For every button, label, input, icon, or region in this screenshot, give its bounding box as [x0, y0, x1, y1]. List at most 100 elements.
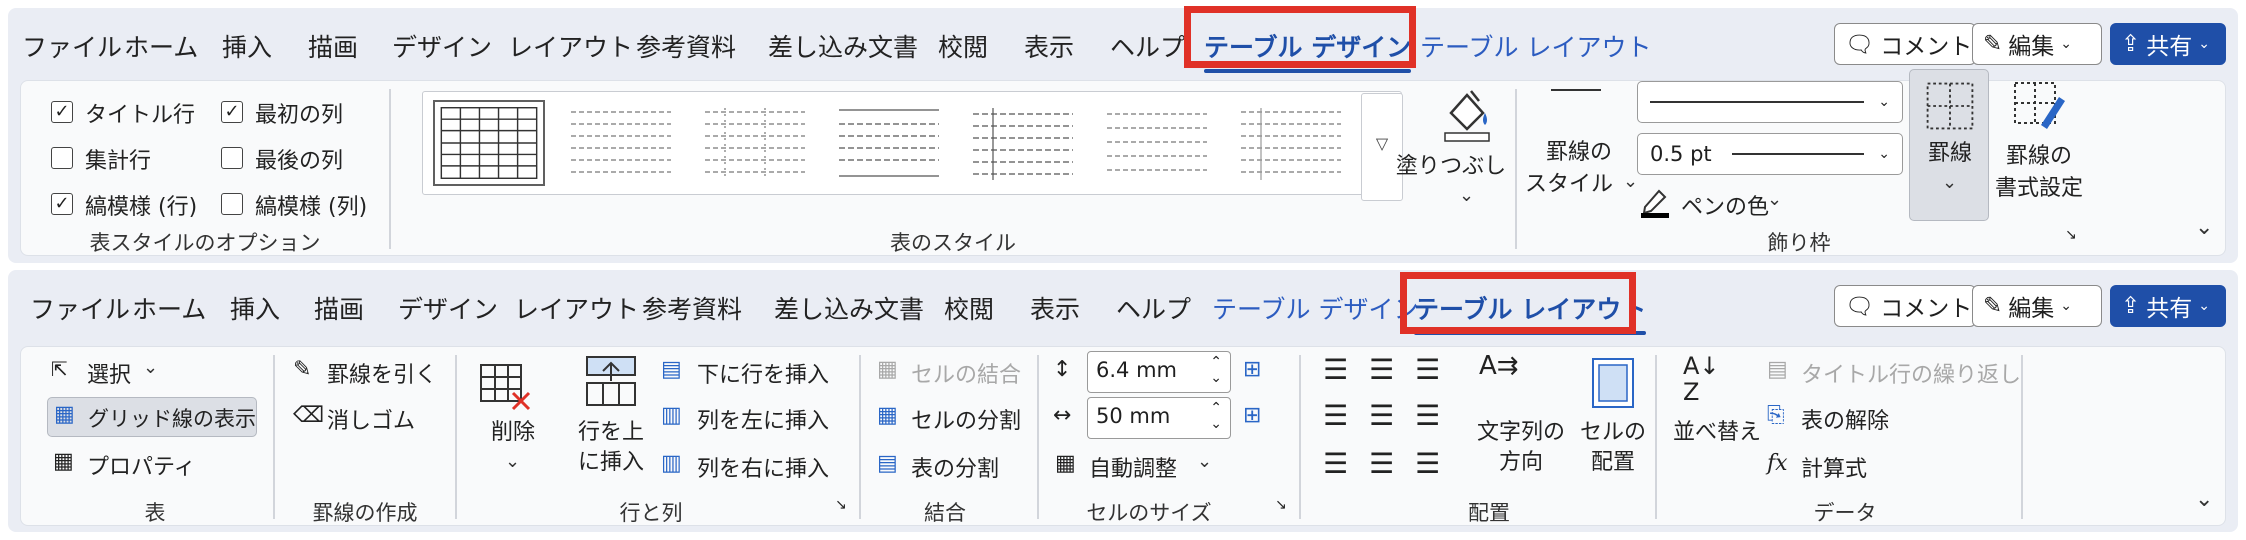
table-style-light-grid[interactable] — [565, 100, 677, 186]
align-top-center-icon[interactable]: ☰ — [1369, 353, 1394, 386]
align-bottom-center-icon[interactable]: ☰ — [1369, 447, 1394, 480]
text-direction-line1[interactable]: 文字列の — [1477, 419, 1565, 448]
split-cells-button[interactable]: セルの分割 — [911, 403, 1021, 435]
chevron-down-icon[interactable]: ⌄ — [1459, 185, 1474, 206]
table-style-plain-4[interactable] — [1101, 100, 1213, 186]
distribute-rows-icon[interactable]: ⊞ — [1243, 357, 1261, 382]
formula-button[interactable]: 計算式 — [1801, 451, 1867, 483]
tab-view[interactable]: 表示 — [1030, 290, 1080, 326]
align-middle-left-icon[interactable]: ☰ — [1323, 399, 1348, 432]
cell-height-input[interactable]: 6.4 mm ⌃ ⌄ — [1087, 351, 1231, 393]
delete-table-icon[interactable] — [477, 357, 533, 413]
edit-button[interactable]: ✎ 編集 ⌄ — [1972, 285, 2102, 327]
pen-color-icon[interactable] — [1639, 185, 1671, 219]
align-bottom-left-icon[interactable]: ☰ — [1323, 447, 1348, 480]
shading-button[interactable]: 塗りつぶし — [1396, 153, 1506, 182]
gallery-more-button[interactable]: ▽ — [1361, 93, 1403, 201]
select-button[interactable]: 選択 — [87, 357, 131, 389]
tab-file[interactable]: ファイル — [22, 28, 122, 64]
properties-button[interactable]: プロパティ — [87, 449, 196, 481]
borders-button[interactable]: 罫線 ⌄ — [1909, 69, 1989, 221]
chevron-down-icon[interactable]: ⌄ — [1197, 451, 1212, 472]
banded-rows-checkbox[interactable]: ✓ — [51, 193, 73, 215]
tab-help[interactable]: ヘルプ — [1116, 290, 1191, 326]
total-row-checkbox[interactable] — [51, 147, 73, 169]
distribute-columns-icon[interactable]: ⊞ — [1243, 403, 1261, 428]
tab-mailings[interactable]: 差し込み文書 — [768, 28, 918, 64]
tab-insert[interactable]: 挿入 — [222, 28, 272, 64]
border-painter-line2[interactable]: 書式設定 — [1995, 175, 2083, 204]
chevron-down-icon[interactable]: ⌄ — [1767, 189, 1782, 210]
tab-review[interactable]: 校閲 — [944, 290, 994, 326]
align-middle-center-icon[interactable]: ☰ — [1369, 399, 1394, 432]
sort-button[interactable]: 並べ替え — [1673, 419, 1761, 448]
border-painter-line1[interactable]: 罫線の — [2006, 143, 2072, 172]
comment-button[interactable]: 🗨 コメント — [1834, 285, 1976, 327]
tab-file[interactable]: ファイル — [30, 290, 130, 326]
insert-below-button[interactable]: 下に行を挿入 — [697, 357, 829, 389]
align-bottom-right-icon[interactable]: ☰ — [1415, 447, 1440, 480]
table-style-grid[interactable] — [433, 100, 545, 186]
tab-home[interactable]: ホーム — [124, 28, 198, 64]
tab-draw[interactable]: 描画 — [308, 28, 358, 64]
tab-table-layout[interactable]: テーブル レイアウト — [1420, 28, 1651, 64]
chevron-down-icon[interactable]: ⌄ — [505, 451, 520, 472]
paint-bucket-icon[interactable] — [1437, 83, 1497, 143]
tab-help[interactable]: ヘルプ — [1110, 28, 1185, 64]
table-style-plain-1[interactable] — [699, 100, 811, 186]
dialog-launcher-icon[interactable]: ↘ — [2065, 227, 2077, 243]
insert-above-icon[interactable] — [583, 353, 639, 409]
spinner-arrows-icon[interactable]: ⌃ ⌄ — [1210, 354, 1222, 386]
split-table-button[interactable]: 表の分割 — [911, 451, 999, 483]
share-button[interactable]: ⇪ 共有 ⌄ — [2110, 285, 2226, 327]
banded-columns-checkbox[interactable] — [221, 193, 243, 215]
table-styles-gallery[interactable] — [422, 91, 1402, 195]
comment-button[interactable]: 🗨 コメント — [1834, 23, 1976, 65]
spinner-arrows-icon[interactable]: ⌃ ⌄ — [1210, 400, 1222, 432]
dialog-launcher-icon[interactable]: ↘ — [835, 497, 847, 513]
pen-weight-combo[interactable]: 0.5 pt ⌄ — [1637, 133, 1903, 175]
tab-design[interactable]: デザイン — [398, 290, 498, 326]
line-style-combo[interactable]: ⌄ — [1637, 81, 1903, 123]
border-painter-icon[interactable] — [2011, 77, 2067, 133]
share-button[interactable]: ⇪ 共有 ⌄ — [2110, 23, 2226, 65]
merge-cells-button[interactable]: セルの結合 — [911, 357, 1021, 389]
border-styles-line1[interactable]: 罫線の — [1546, 139, 1612, 168]
insert-right-button[interactable]: 列を右に挿入 — [697, 451, 829, 483]
delete-button[interactable]: 削除 — [491, 419, 535, 448]
tab-references[interactable]: 参考資料 — [642, 290, 742, 326]
tab-insert[interactable]: 挿入 — [230, 290, 280, 326]
table-style-plain-5[interactable] — [1235, 100, 1347, 186]
tab-review[interactable]: 校閲 — [938, 28, 988, 64]
repeat-header-button[interactable]: タイトル行の繰り返し — [1801, 357, 2021, 389]
eraser-button[interactable]: 消しゴム — [327, 403, 415, 435]
edit-button[interactable]: ✎ 編集 ⌄ — [1972, 23, 2102, 65]
align-top-right-icon[interactable]: ☰ — [1415, 353, 1440, 386]
cell-margins-line2[interactable]: 配置 — [1591, 449, 1635, 478]
collapse-ribbon-icon[interactable]: ⌄ — [2195, 487, 2213, 512]
draw-table-button[interactable]: 罫線を引く — [327, 357, 437, 389]
tab-layout[interactable]: レイアウト — [514, 290, 639, 326]
header-row-checkbox[interactable]: ✓ — [51, 101, 73, 123]
tab-references[interactable]: 参考資料 — [636, 28, 736, 64]
tab-table-design[interactable]: テーブル デザイン — [1212, 290, 1418, 326]
tab-view[interactable]: 表示 — [1024, 28, 1074, 64]
first-column-checkbox[interactable]: ✓ — [221, 101, 243, 123]
pen-color-label[interactable]: ペンの色 — [1681, 189, 1769, 221]
autofit-button[interactable]: 自動調整 — [1089, 451, 1177, 483]
cell-width-input[interactable]: 50 mm ⌃ ⌄ — [1087, 397, 1231, 439]
insert-above-line1[interactable]: 行を上 — [578, 419, 644, 448]
cell-margins-line1[interactable]: セルの — [1580, 419, 1646, 448]
chevron-down-icon[interactable]: ⌄ — [1623, 171, 1638, 192]
tab-design[interactable]: デザイン — [392, 28, 492, 64]
border-styles-line2[interactable]: スタイル — [1525, 171, 1613, 200]
collapse-ribbon-icon[interactable]: ⌄ — [2195, 215, 2213, 240]
tab-home[interactable]: ホーム — [132, 290, 206, 326]
dialog-launcher-icon[interactable]: ↘ — [1275, 497, 1287, 513]
table-style-plain-3[interactable] — [967, 100, 1079, 186]
insert-left-button[interactable]: 列を左に挿入 — [697, 403, 829, 435]
align-middle-right-icon[interactable]: ☰ — [1415, 399, 1440, 432]
tab-layout[interactable]: レイアウト — [508, 28, 633, 64]
last-column-checkbox[interactable] — [221, 147, 243, 169]
table-style-plain-2[interactable] — [833, 100, 945, 186]
